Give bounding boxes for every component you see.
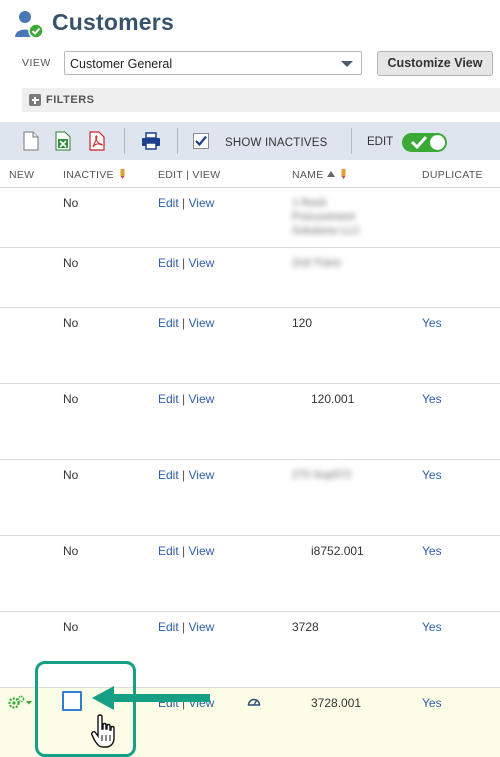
view-link[interactable]: View xyxy=(188,392,214,406)
row-inactive-value: No xyxy=(63,468,79,482)
table-row: No Edit | View 1 Rock Procurement Soluti… xyxy=(0,188,500,248)
toolbar-divider xyxy=(124,128,125,154)
row-duplicate-value[interactable]: Yes xyxy=(422,316,442,330)
gear-add-icon[interactable] xyxy=(7,695,33,709)
export-excel-icon[interactable] xyxy=(55,131,71,151)
toolbar-divider xyxy=(177,128,178,154)
edit-mode-label: EDIT xyxy=(367,136,394,148)
row-inactive-value: No xyxy=(63,544,79,558)
view-label: VIEW xyxy=(22,57,51,69)
column-edit-view: EDIT | VIEW xyxy=(158,169,221,181)
gauge-icon xyxy=(247,698,261,706)
edit-link[interactable]: Edit xyxy=(158,196,179,210)
view-link[interactable]: View xyxy=(188,544,214,558)
pencil-icon xyxy=(341,169,346,179)
column-name-label: NAME xyxy=(292,169,324,181)
row-edit-view: Edit | View xyxy=(158,544,215,558)
edit-link[interactable]: Edit xyxy=(158,256,179,270)
column-inactive-label: INACTIVE xyxy=(63,169,114,181)
edit-link[interactable]: Edit xyxy=(158,392,179,406)
checkmark-icon xyxy=(410,135,428,149)
edit-link[interactable]: Edit xyxy=(158,620,179,634)
expand-plus-icon xyxy=(29,94,41,106)
edit-link[interactable]: Edit xyxy=(158,468,179,482)
show-inactives-checkbox[interactable] xyxy=(193,133,209,149)
table-row: No Edit | View 270 Sup572 Yes xyxy=(0,460,500,536)
row-edit-view: Edit | View xyxy=(158,620,215,634)
page-title: Customers xyxy=(52,9,174,35)
view-link[interactable]: View xyxy=(188,196,214,210)
customer-user-icon xyxy=(15,11,44,39)
new-document-icon[interactable] xyxy=(23,131,39,151)
edit-link[interactable]: Edit xyxy=(158,544,179,558)
view-link[interactable]: View xyxy=(188,468,214,482)
row-duplicate-value[interactable]: Yes xyxy=(422,544,442,558)
print-icon[interactable] xyxy=(141,131,161,151)
row-name-value: 3728.001 xyxy=(311,696,362,710)
view-select-value: Customer General xyxy=(70,57,173,71)
row-name-value: 1 Rock Procurement Solutions LLC xyxy=(292,197,361,237)
table-row: No Edit | View 120.001 Yes xyxy=(0,384,500,460)
row-inactive-value: No xyxy=(63,196,79,210)
customize-view-button[interactable]: Customize View xyxy=(377,51,493,76)
row-duplicate-value[interactable]: Yes xyxy=(422,620,442,634)
row-edit-view: Edit | View xyxy=(158,316,215,330)
row-duplicate-value[interactable]: Yes xyxy=(422,696,442,710)
column-new[interactable]: NEW xyxy=(9,169,34,181)
chevron-down-icon xyxy=(341,61,353,67)
row-edit-view: Edit | View xyxy=(158,392,215,406)
row-inactive-value: No xyxy=(63,620,79,634)
export-pdf-icon[interactable] xyxy=(89,131,105,151)
row-inactive-value: No xyxy=(63,392,79,406)
checkmark-icon xyxy=(195,135,207,147)
row-name-value: 3728 xyxy=(292,620,319,634)
row-edit-view: Edit | View xyxy=(158,256,215,270)
toggle-knob xyxy=(430,135,445,150)
annotation-arrow-icon xyxy=(92,686,210,710)
row-name-value: i8752.001 xyxy=(311,544,364,558)
row-name-value: 120 xyxy=(292,316,313,330)
view-link[interactable]: View xyxy=(188,316,214,330)
row-name-value: 120.001 xyxy=(311,392,355,406)
page-header: Customers xyxy=(0,0,500,46)
edit-mode-toggle[interactable] xyxy=(402,133,447,152)
show-inactives-label: SHOW INACTIVES xyxy=(225,137,328,149)
row-inactive-value: No xyxy=(63,316,79,330)
filters-label: FILTERS xyxy=(46,94,95,106)
column-name[interactable]: NAME xyxy=(292,169,346,181)
row-inactive-value: No xyxy=(63,256,79,270)
row-duplicate-value[interactable]: Yes xyxy=(422,392,442,406)
edit-link[interactable]: Edit xyxy=(158,316,179,330)
view-select[interactable]: Customer General xyxy=(64,51,362,75)
pencil-icon xyxy=(120,169,125,179)
row-name-value: 270 Sup572 xyxy=(292,469,352,481)
hand-cursor-icon xyxy=(91,714,115,748)
table-row: No Edit | View i8752.001 Yes xyxy=(0,536,500,612)
row-edit-view: Edit | View xyxy=(158,468,215,482)
toolbar-divider xyxy=(351,128,352,154)
row-edit-view: Edit | View xyxy=(158,196,215,210)
table-row: No Edit | View 2nd Trans xyxy=(0,248,500,308)
filters-toggle[interactable]: FILTERS xyxy=(22,88,500,112)
view-link[interactable]: View xyxy=(188,620,214,634)
row-duplicate-value[interactable]: Yes xyxy=(422,468,442,482)
view-link[interactable]: View xyxy=(188,256,214,270)
table-header: NEW INACTIVE EDIT | VIEW NAME DUPLICATE xyxy=(0,160,500,188)
column-inactive[interactable]: INACTIVE xyxy=(63,169,125,181)
column-duplicate[interactable]: DUPLICATE xyxy=(422,169,483,181)
table-row: No Edit | View 120 Yes xyxy=(0,308,500,384)
sort-ascending-icon xyxy=(326,171,335,177)
row-name-value: 2nd Trans xyxy=(292,257,341,269)
